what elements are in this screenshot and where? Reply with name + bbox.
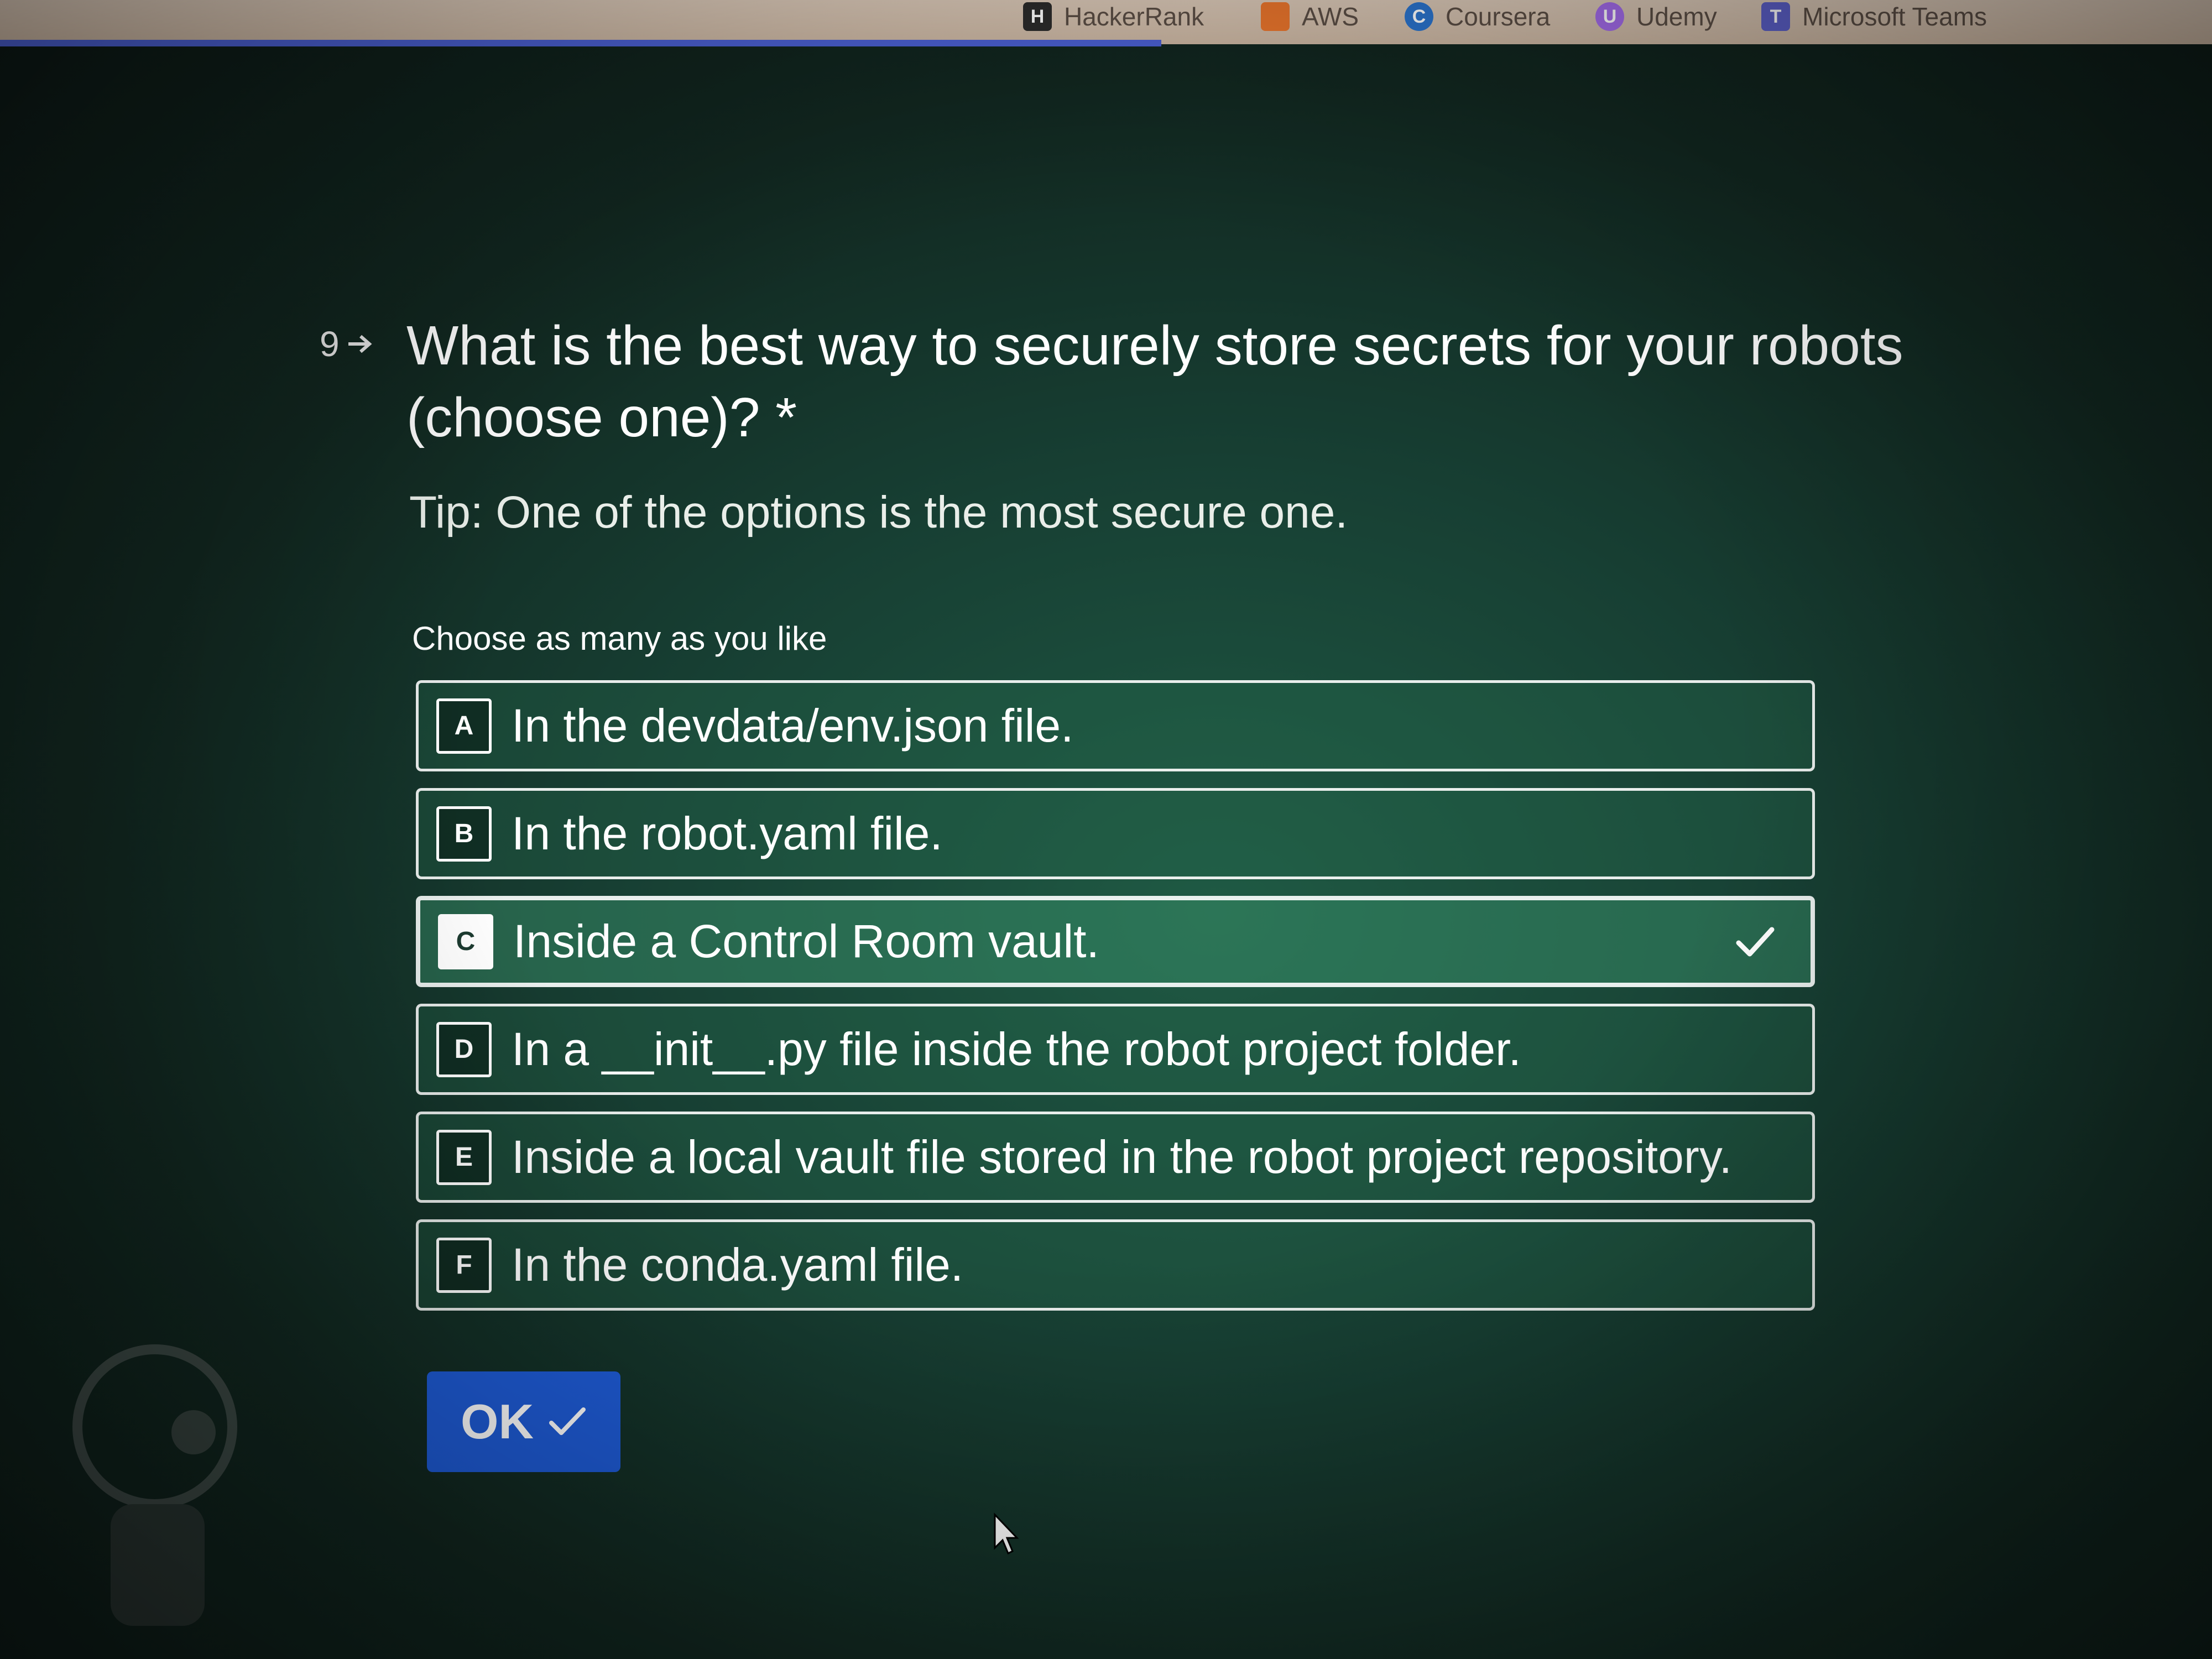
choose-hint: Choose as many as you like — [412, 620, 827, 657]
option-key: B — [436, 806, 492, 862]
question-title: What is the best way to securely store s… — [406, 315, 1903, 448]
ok-button-label: OK — [461, 1394, 534, 1449]
mouse-cursor-icon — [994, 1512, 1019, 1555]
mascot-illustration — [72, 1344, 237, 1626]
aws-icon — [1261, 2, 1290, 31]
bookmark-label: Microsoft Teams — [1802, 2, 1987, 31]
udemy-icon: U — [1595, 2, 1624, 31]
arrow-right-icon — [348, 335, 372, 353]
answer-options: A In the devdata/env.json file. B In the… — [416, 680, 1815, 1327]
bookmark-hackerrank[interactable]: H HackerRank — [1023, 0, 1204, 33]
bookmark-microsoft-teams[interactable]: T Microsoft Teams — [1761, 0, 1987, 33]
option-key: C — [438, 914, 493, 969]
progress-line — [0, 40, 1161, 46]
option-e[interactable]: E Inside a local vault file stored in th… — [416, 1112, 1815, 1203]
bookmarks-bar: H HackerRank AWS C Coursera U Udemy T Mi… — [0, 0, 2212, 46]
option-d[interactable]: D In a __init__.py file inside the robot… — [416, 1004, 1815, 1095]
bookmark-label: Coursera — [1446, 2, 1551, 31]
option-key: E — [436, 1129, 492, 1185]
teams-icon: T — [1761, 2, 1790, 31]
question-number-text: 9 — [320, 324, 340, 364]
option-c[interactable]: C Inside a Control Room vault. — [416, 896, 1815, 987]
option-label: Inside a local vault file stored in the … — [512, 1131, 1732, 1183]
bookmark-label: AWS — [1302, 2, 1359, 31]
hackerrank-icon: H — [1023, 2, 1052, 31]
bookmark-coursera[interactable]: C Coursera — [1405, 0, 1550, 33]
coursera-icon: C — [1405, 2, 1433, 31]
option-label: In the devdata/env.json file. — [512, 700, 1074, 752]
bookmark-label: HackerRank — [1064, 2, 1204, 31]
option-label: Inside a Control Room vault. — [513, 915, 1099, 967]
option-label: In the robot.yaml file. — [512, 807, 943, 859]
option-key: D — [436, 1021, 492, 1077]
option-b[interactable]: B In the robot.yaml file. — [416, 788, 1815, 879]
option-label: In a __init__.py file inside the robot p… — [512, 1023, 1521, 1075]
option-key: F — [436, 1237, 492, 1293]
bookmark-aws[interactable]: AWS — [1261, 0, 1359, 33]
ok-button[interactable]: OK — [427, 1371, 620, 1472]
checkmark-icon — [549, 1407, 586, 1435]
question-number: 9 — [320, 324, 374, 364]
question-tip: Tip: One of the options is the most secu… — [409, 487, 1348, 538]
option-a[interactable]: A In the devdata/env.json file. — [416, 680, 1815, 771]
option-key: A — [436, 698, 492, 754]
bookmark-label: Udemy — [1636, 2, 1717, 31]
bookmark-udemy[interactable]: U Udemy — [1595, 0, 1717, 33]
option-f[interactable]: F In the conda.yaml file. — [416, 1219, 1815, 1311]
option-label: In the conda.yaml file. — [512, 1239, 964, 1291]
checkmark-icon — [1736, 927, 1775, 956]
